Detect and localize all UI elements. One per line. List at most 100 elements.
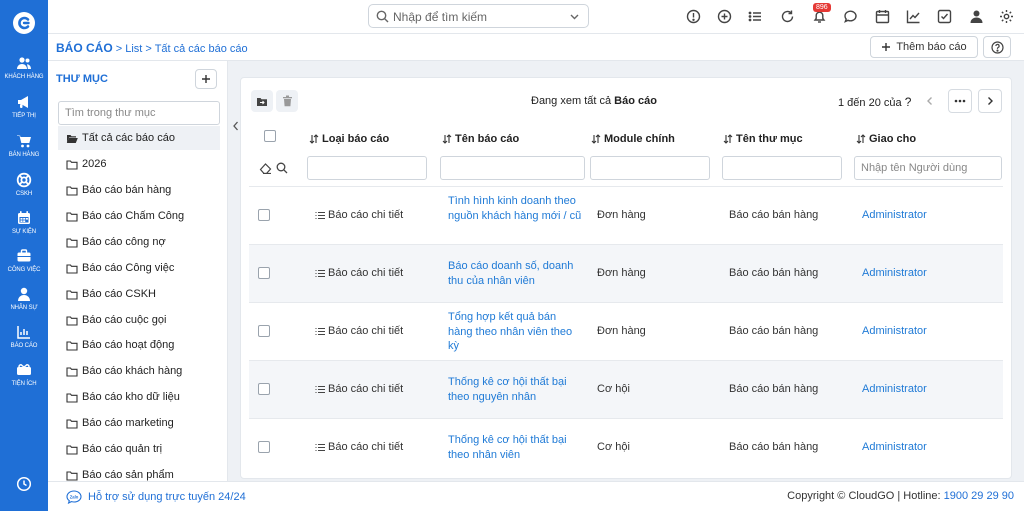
sidebar-item-reports[interactable]: BÁO CÁO (0, 324, 48, 349)
settings-gear-icon[interactable] (999, 9, 1014, 24)
plus-icon (201, 74, 211, 84)
column-header-name[interactable]: Tên báo cáo (442, 130, 519, 148)
refresh-icon[interactable] (780, 9, 795, 24)
folder-item[interactable]: Báo cáo công nợ (58, 230, 220, 254)
folder-item[interactable]: Báo cáo khách hàng (58, 359, 220, 383)
breadcrumb-current[interactable]: Tất cả các báo cáo (155, 43, 248, 55)
total-count-button[interactable]: ? (905, 95, 912, 109)
row-checkbox[interactable] (258, 209, 270, 221)
column-header-module[interactable]: Module chính (591, 130, 675, 148)
breadcrumb-bar: BÁO CÁO > List > Tất cả các báo cáo Thêm… (48, 34, 1024, 61)
folder-item[interactable]: Báo cáo CSKH (58, 282, 220, 306)
report-name-link[interactable]: Báo cáo doanh số, doanh thu của nhân viê… (448, 259, 583, 288)
sidebar-history[interactable] (0, 476, 48, 492)
report-name-link[interactable]: Tình hình kinh doanh theo nguồn khách hà… (448, 194, 583, 223)
move-to-folder-button[interactable] (251, 90, 273, 112)
zalo-icon[interactable]: Zalo (66, 490, 82, 504)
alert-circle-icon[interactable] (686, 9, 701, 24)
folder-item-label: Báo cáo marketing (82, 417, 174, 429)
table-row[interactable]: Báo cáo chi tiết Tổng hợp kết quả bán hà… (249, 302, 1003, 360)
hotline-number[interactable]: 1900 29 29 90 (944, 490, 1014, 502)
module-cell: Đơn hàng (597, 209, 646, 221)
calendar-top-icon[interactable] (875, 9, 890, 24)
online-support-link[interactable]: Hỗ trợ sử dụng trực tuyến 24/24 (88, 491, 246, 503)
column-header-folder[interactable]: Tên thư mục (723, 130, 803, 148)
filter-search-icon[interactable] (276, 162, 288, 174)
row-checkbox[interactable] (258, 267, 270, 279)
sidebar-item-utilities[interactable]: TIỆN ÍCH (0, 362, 48, 387)
clear-filter-eraser-icon[interactable] (259, 162, 272, 174)
select-all-checkbox[interactable] (264, 130, 276, 142)
row-checkbox[interactable] (258, 383, 270, 395)
folder-item[interactable]: Báo cáo Chấm Công (58, 204, 220, 228)
more-actions-button[interactable] (948, 89, 972, 113)
sidebar-item-marketing[interactable]: TIẾP THỊ (0, 94, 48, 119)
column-header-assigned[interactable]: Giao cho (856, 130, 916, 148)
folder-icon (66, 289, 78, 300)
folder-item[interactable]: Báo cáo Công việc (58, 256, 220, 280)
delete-button[interactable] (276, 90, 298, 112)
column-header-type[interactable]: Loại báo cáo (309, 130, 389, 148)
add-folder-button[interactable] (195, 69, 217, 89)
assigned-user-link[interactable]: Administrator (862, 383, 927, 395)
filter-module-input[interactable] (590, 156, 710, 180)
folder-item-label: Báo cáo cuộc gọi (82, 314, 167, 326)
breadcrumb-root[interactable]: BÁO CÁO (56, 41, 113, 55)
add-report-button[interactable]: Thêm báo cáo (870, 36, 978, 58)
assigned-user-link[interactable]: Administrator (862, 267, 927, 279)
folder-item[interactable]: Báo cáo cuộc gọi (58, 308, 220, 332)
report-name-link[interactable]: Thống kê cơ hội thất bại theo nguyên nhâ… (448, 375, 583, 404)
folder-item[interactable]: Báo cáo marketing (58, 411, 220, 435)
next-page-button[interactable] (978, 89, 1002, 113)
plus-circle-icon[interactable] (717, 9, 732, 24)
cloudgo-logo-icon[interactable] (12, 11, 36, 35)
sidebar-item-sales[interactable]: BÁN HÀNG (0, 133, 48, 158)
folder-item-label: Báo cáo bán hàng (82, 184, 172, 196)
folder-item[interactable]: Báo cáo hoạt động (58, 333, 220, 357)
list-icon[interactable] (748, 9, 763, 24)
assigned-user-link[interactable]: Administrator (862, 441, 927, 453)
sidebar-label: BÁO CÁO (10, 343, 38, 349)
folder-item[interactable]: Báo cáo kho dữ liệu (58, 385, 220, 409)
row-checkbox[interactable] (258, 325, 270, 337)
row-checkbox[interactable] (258, 441, 270, 453)
chart-line-icon[interactable] (906, 9, 921, 24)
chat-icon[interactable] (843, 9, 858, 24)
report-type-cell: Báo cáo chi tiết (315, 267, 403, 279)
folder-item[interactable]: 2026 (58, 152, 220, 176)
breadcrumb-list[interactable]: List (125, 43, 142, 55)
module-cell: Cơ hội (597, 441, 630, 453)
checkbox-icon[interactable] (937, 9, 952, 24)
assigned-user-link[interactable]: Administrator (862, 209, 927, 221)
global-search-input[interactable]: Nhập để tìm kiếm (368, 4, 589, 28)
filter-folder-input[interactable] (722, 156, 842, 180)
sidebar-item-events[interactable]: SỰ KIỆN (0, 210, 48, 235)
filter-assigned-input[interactable]: Nhập tên Người dùng (854, 156, 1002, 180)
table-row[interactable]: Báo cáo chi tiết Thống kê cơ hội thất bạ… (249, 360, 1003, 418)
help-button[interactable] (983, 36, 1011, 58)
list-detail-icon (315, 443, 325, 452)
sidebar-item-hr[interactable]: NHÂN SỰ (0, 286, 48, 311)
folder-item-all[interactable]: Tất cả các báo cáo (58, 126, 220, 150)
footer: Zalo Hỗ trợ sử dụng trực tuyến 24/24 Cop… (48, 481, 1024, 511)
sidebar-item-tasks[interactable]: CÔNG VIỆC (0, 248, 48, 273)
prev-page-button[interactable] (918, 89, 942, 113)
sidebar-item-cskh[interactable]: CSKH (0, 172, 48, 197)
filter-type-input[interactable] (307, 156, 427, 180)
table-row[interactable]: Báo cáo chi tiết Thống kê cơ hội thất bạ… (249, 418, 1003, 476)
search-placeholder: Nhập để tìm kiếm (393, 10, 488, 24)
user-icon[interactable] (969, 9, 984, 24)
sidebar-item-customers[interactable]: KHÁCH HÀNG (0, 55, 48, 80)
report-type-text: Báo cáo chi tiết (328, 209, 404, 221)
report-name-link[interactable]: Thống kê cơ hội thất bại theo nhân viên (448, 433, 583, 462)
folder-item[interactable]: Báo cáo bán hàng (58, 178, 220, 202)
folder-icon (66, 159, 78, 170)
folder-item[interactable]: Báo cáo quản trị (58, 437, 220, 461)
assigned-user-link[interactable]: Administrator (862, 325, 927, 337)
copyright-text: Copyright © CloudGO | Hotline: 1900 29 2… (787, 490, 1014, 502)
table-row[interactable]: Báo cáo chi tiết Tình hình kinh doanh th… (249, 186, 1003, 244)
report-name-link[interactable]: Tổng hợp kết quả bán hàng theo nhân viên… (448, 310, 583, 354)
folder-search-input[interactable]: Tìm trong thư mục (58, 101, 220, 125)
table-row[interactable]: Báo cáo chi tiết Báo cáo doanh số, doanh… (249, 244, 1003, 302)
filter-name-input[interactable] (440, 156, 585, 180)
